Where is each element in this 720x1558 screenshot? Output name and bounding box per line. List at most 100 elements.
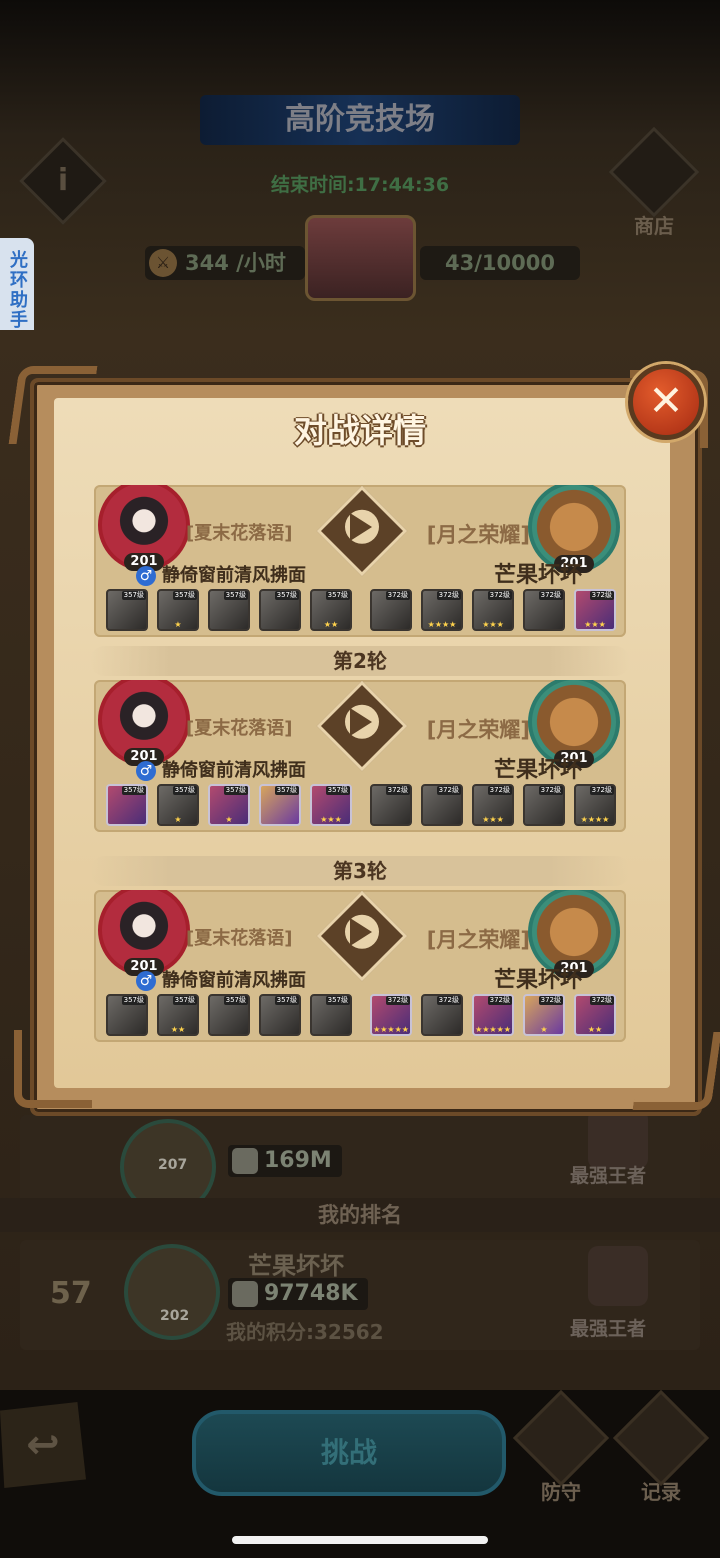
my-power-value: 97748K <box>264 1281 358 1306</box>
hero-level: 357级 <box>121 996 146 1005</box>
hero-level: 372级 <box>487 786 512 795</box>
hero-level: 372级 <box>436 786 461 795</box>
left-player-avatar[interactable]: 201 <box>98 890 190 976</box>
hero-stars: ★★ <box>587 1025 603 1034</box>
battle-round-card: 201 [夏末花落语] [月之荣耀] 201 ♂ 静倚窗前清风拂面 芒果坏坏 35… <box>94 485 626 637</box>
hero-icon[interactable]: 357级 <box>259 784 301 826</box>
replay-button[interactable] <box>316 890 408 982</box>
close-button[interactable]: ✕ <box>628 364 704 440</box>
round-label: 第2轮 <box>90 646 630 676</box>
replay-button[interactable] <box>316 485 408 577</box>
hero-icon[interactable]: 372级 ★ <box>523 994 565 1036</box>
battle-details-modal: 对战详情 ✕ 201 [夏末花落语] [月之荣耀] 201 ♂ 静倚窗前清风拂面 … <box>8 360 720 1140</box>
hero-level: 372级 <box>385 591 410 600</box>
male-icon: ♂ <box>136 971 156 991</box>
replay-button[interactable] <box>316 680 408 772</box>
hero-icon[interactable]: 357级 <box>106 589 148 631</box>
hero-icon[interactable]: 357级 <box>208 589 250 631</box>
my-name: 芒果坏坏 <box>248 1252 344 1280</box>
assistant-side-tab[interactable]: 光环助手 <box>0 238 34 342</box>
hero-level: 372级 <box>385 996 410 1005</box>
left-guild: [夏末花落语] <box>186 718 293 739</box>
hero-icon[interactable]: 357级 ★★ <box>157 994 199 1036</box>
hero-icon[interactable]: 357级 ★ <box>157 784 199 826</box>
left-player-name: 静倚窗前清风拂面 <box>162 565 306 586</box>
hero-icon[interactable]: 372级 ★★★★★ <box>472 994 514 1036</box>
right-guild: [月之荣耀] <box>426 718 530 742</box>
hero-level: 372级 <box>487 591 512 600</box>
hero-level: 372级 <box>538 996 563 1005</box>
left-player-name: 静倚窗前清风拂面 <box>162 970 306 991</box>
hero-level: 372级 <box>538 591 563 600</box>
hero-icon[interactable]: 372级 ★★★★ <box>574 784 616 826</box>
hero-icon[interactable]: 372级 ★★★ <box>472 589 514 631</box>
hero-icon[interactable]: 357级 <box>259 994 301 1036</box>
hero-icon[interactable]: 372级 <box>370 589 412 631</box>
defense-button[interactable]: 防守 <box>512 1389 610 1504</box>
modal-title: 对战详情 <box>294 411 426 450</box>
hero-icon[interactable]: 372级 <box>370 784 412 826</box>
battle-round-card: 201 [夏末花落语] [月之荣耀] 201 ♂ 静倚窗前清风拂面 芒果坏坏 35… <box>94 890 626 1042</box>
hero-icon[interactable]: 372级 ★★★★★ <box>370 994 412 1036</box>
my-rank-label: 最强王者 <box>570 1318 647 1340</box>
hero-icon[interactable]: 372级 <box>421 784 463 826</box>
hero-level: 357级 <box>274 996 299 1005</box>
hero-icon[interactable]: 357级 <box>310 994 352 1036</box>
right-player-name: 芒果坏坏 <box>493 758 582 783</box>
hero-level: 357级 <box>325 591 350 600</box>
back-arrow-icon: ↩ <box>26 1422 60 1468</box>
right-hero-lineup: 372级 ★★★★★ 372级 372级 ★★★★★ 372级 ★ 372级 ★★ <box>370 994 616 1036</box>
hero-icon[interactable]: 372级 ★★ <box>574 994 616 1036</box>
hero-icon[interactable]: 357级 ★ <box>208 784 250 826</box>
hero-icon[interactable]: 372级 ★★★ <box>574 589 616 631</box>
my-rank-header: 我的排名 <box>0 1198 720 1232</box>
left-player-avatar[interactable]: 201 <box>98 485 190 571</box>
male-icon: ♂ <box>136 566 156 586</box>
hero-icon[interactable]: 372级 <box>523 589 565 631</box>
hero-level: 357级 <box>223 591 248 600</box>
hero-level: 372级 <box>589 996 614 1005</box>
hero-level: 372级 <box>385 786 410 795</box>
my-avatar <box>124 1244 220 1340</box>
left-player-name-row: ♂ 静倚窗前清风拂面 <box>136 756 306 782</box>
left-hero-lineup: 357级 357级 ★★ 357级 357级 357级 <box>106 994 352 1036</box>
hero-icon[interactable]: 357级 ★★★ <box>310 784 352 826</box>
hero-stars: ★★★★★ <box>373 1025 409 1034</box>
record-button[interactable]: 记录 <box>612 1389 710 1504</box>
hero-level: 357级 <box>223 996 248 1005</box>
hero-stars: ★★★★★ <box>475 1025 511 1034</box>
capacity-text: 43/10000 <box>420 246 580 280</box>
hero-icon[interactable]: 357级 <box>106 784 148 826</box>
back-button[interactable]: ↩ <box>0 1402 86 1488</box>
page-title: 高阶竞技场 <box>200 95 520 145</box>
hero-icon[interactable]: 357级 ★★ <box>310 589 352 631</box>
challenge-button[interactable]: 挑战 <box>192 1410 506 1496</box>
home-indicator <box>232 1536 488 1544</box>
hero-level: 372级 <box>487 996 512 1005</box>
hero-icon[interactable]: 357级 ★ <box>157 589 199 631</box>
hero-icon[interactable]: 372级 <box>421 994 463 1036</box>
hero-icon[interactable]: 357级 <box>208 994 250 1036</box>
right-guild: [月之荣耀] <box>426 523 530 547</box>
hero-level: 357级 <box>172 591 197 600</box>
hero-level: 357级 <box>274 786 299 795</box>
hero-level: 357级 <box>223 786 248 795</box>
hero-stars: ★ <box>174 815 182 824</box>
hero-icon[interactable]: 372级 ★★★ <box>472 784 514 826</box>
right-player-name: 芒果坏坏 <box>493 563 582 588</box>
left-player-avatar[interactable]: 201 <box>98 680 190 766</box>
treasure-chest-icon[interactable] <box>305 215 416 301</box>
record-icon <box>612 1389 710 1487</box>
hero-level: 357级 <box>325 786 350 795</box>
hero-icon[interactable]: 372级 ★★★★ <box>421 589 463 631</box>
hero-icon[interactable]: 357级 <box>106 994 148 1036</box>
hero-icon[interactable]: 372级 <box>523 784 565 826</box>
shop-button[interactable]: 商店 <box>608 126 700 240</box>
hero-level: 357级 <box>172 786 197 795</box>
my-rank-row[interactable]: 202 芒果坏坏 97748K 我的积分:32562 最强王者 <box>20 1240 700 1350</box>
hero-stars: ★★★★ <box>580 815 610 824</box>
right-hero-lineup: 372级 372级 372级 ★★★ 372级 372级 ★★★★ <box>370 784 616 826</box>
hero-icon[interactable]: 357级 <box>259 589 301 631</box>
avatar-level: 207 <box>158 1157 188 1173</box>
male-icon: ♂ <box>136 761 156 781</box>
